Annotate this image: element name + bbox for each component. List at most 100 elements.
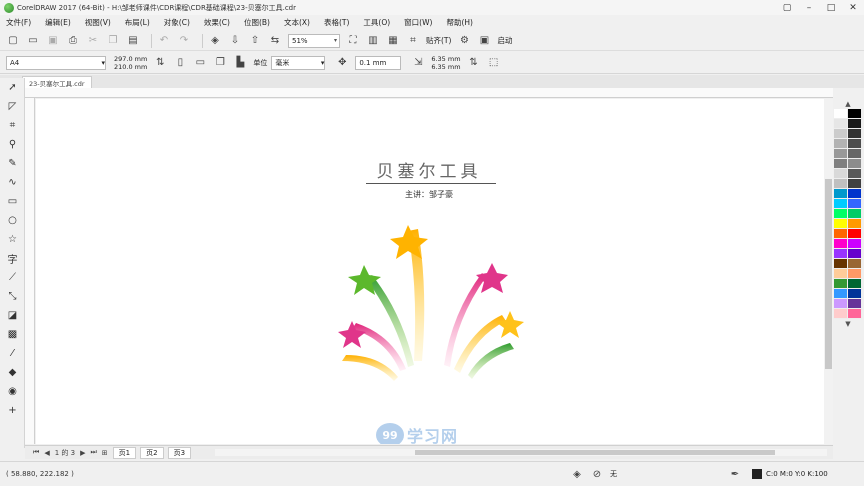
color-swatch[interactable] — [834, 309, 848, 319]
full-screen-icon[interactable]: ⛶ — [346, 34, 360, 48]
drawing-canvas[interactable]: 贝塞尔工具 主讲：邹子豪 99 学习网 — [36, 99, 824, 444]
color-swatch[interactable] — [834, 129, 848, 139]
pick-tool-icon[interactable]: ➚ — [0, 78, 25, 97]
all-pages-icon[interactable]: ❐ — [213, 56, 227, 70]
menu-layout[interactable]: 布局(L) — [125, 17, 150, 28]
snap-to-dropdown[interactable]: 贴齐(T) — [426, 35, 451, 46]
menu-edit[interactable]: 编辑(E) — [45, 17, 71, 28]
last-page-icon[interactable]: ⏭ — [90, 448, 96, 457]
color-swatch[interactable] — [834, 139, 848, 149]
vertical-ruler[interactable] — [25, 98, 35, 444]
color-swatch[interactable] — [848, 219, 862, 229]
document-tab[interactable]: 23-贝塞尔工具.cdr — [22, 76, 92, 88]
color-swatch[interactable] — [834, 269, 848, 279]
current-page-icon[interactable]: ▙ — [233, 56, 247, 70]
connector-tool-icon[interactable]: ⤡ — [0, 287, 25, 306]
minimize-button[interactable]: – — [798, 0, 820, 15]
color-swatch[interactable] — [848, 149, 862, 159]
color-swatch[interactable] — [848, 289, 862, 299]
show-guidelines-icon[interactable]: ⌗ — [406, 34, 420, 48]
menu-object[interactable]: 对象(C) — [164, 17, 190, 28]
save-icon[interactable]: ▣ — [46, 34, 60, 48]
search-content-icon[interactable]: ◈ — [208, 34, 222, 48]
shape-tool-icon[interactable]: ◸ — [0, 97, 25, 116]
import-icon[interactable]: ⇩ — [228, 34, 242, 48]
show-grid-icon[interactable]: ▦ — [386, 34, 400, 48]
spinner-icon[interactable]: ⇅ — [467, 56, 481, 70]
parallel-dimension-icon[interactable]: ⟋ — [0, 268, 25, 287]
color-swatch[interactable] — [834, 299, 848, 309]
open-folder-icon[interactable]: ▭ — [26, 34, 40, 48]
color-swatch[interactable] — [834, 289, 848, 299]
add-page-icon[interactable]: ⊞ — [102, 449, 108, 457]
eyedropper-tool-icon[interactable]: ⁄ — [0, 344, 25, 363]
page-height-field[interactable]: 210.0 mm — [114, 63, 147, 71]
menu-window[interactable]: 窗口(W) — [404, 17, 432, 28]
show-rulers-icon[interactable]: ▥ — [366, 34, 380, 48]
color-swatch[interactable] — [848, 269, 862, 279]
color-swatch[interactable] — [834, 149, 848, 159]
color-swatch[interactable] — [834, 179, 848, 189]
first-page-icon[interactable]: ⏮ — [33, 448, 39, 457]
page-tab-2[interactable]: 页2 — [140, 446, 164, 459]
spinner-icon[interactable]: ⇅ — [153, 56, 167, 70]
publish-pdf-icon[interactable]: ⇆ — [268, 34, 282, 48]
zoom-tool-icon[interactable]: ⚲ — [0, 135, 25, 154]
next-page-icon[interactable]: ▶ — [80, 449, 85, 457]
redo-icon[interactable]: ↷ — [177, 34, 191, 48]
color-swatch[interactable] — [834, 229, 848, 239]
crop-tool-icon[interactable]: ⌗ — [0, 116, 25, 135]
close-button[interactable]: ✕ — [842, 0, 864, 15]
color-swatch[interactable] — [834, 159, 848, 169]
color-swatch[interactable] — [848, 169, 862, 179]
ellipse-tool-icon[interactable]: ○ — [0, 211, 25, 230]
color-swatch[interactable] — [848, 309, 862, 319]
color-swatch[interactable] — [848, 299, 862, 309]
color-swatch[interactable] — [848, 209, 862, 219]
palette-scroll-up-icon[interactable]: ▲ — [834, 99, 862, 109]
color-swatch[interactable] — [848, 129, 862, 139]
vertical-scrollbar[interactable] — [824, 99, 833, 444]
drop-shadow-icon[interactable]: ◪ — [0, 306, 25, 325]
color-swatch[interactable] — [848, 199, 862, 209]
zoom-level-select[interactable]: 51% ▾ — [288, 33, 340, 48]
landscape-icon[interactable]: ▭ — [193, 56, 207, 70]
horizontal-ruler[interactable] — [25, 88, 833, 98]
menu-file[interactable]: 文件(F) — [6, 17, 31, 28]
dup-y-field[interactable]: 6.35 mm — [431, 63, 460, 71]
color-swatch[interactable] — [834, 279, 848, 289]
color-swatch[interactable] — [834, 119, 848, 129]
color-swatch[interactable] — [848, 239, 862, 249]
restore-icon[interactable]: ▢ — [776, 0, 798, 15]
vertical-scroll-thumb[interactable] — [825, 179, 832, 369]
color-swatch[interactable] — [848, 179, 862, 189]
page-tab-3[interactable]: 页3 — [167, 446, 192, 459]
cut-icon[interactable]: ✂ — [86, 34, 100, 48]
horizontal-scrollbar[interactable] — [215, 449, 827, 456]
color-swatch[interactable] — [848, 279, 862, 289]
maximize-button[interactable]: □ — [820, 0, 842, 15]
color-swatch[interactable] — [834, 209, 848, 219]
new-document-icon[interactable]: ▢ — [6, 34, 20, 48]
undo-icon[interactable]: ↶ — [157, 34, 171, 48]
application-launcher-icon[interactable]: ▣ — [477, 34, 491, 48]
rectangle-tool-icon[interactable]: ▭ — [0, 192, 25, 211]
color-swatch[interactable] — [834, 219, 848, 229]
interactive-fill-icon[interactable]: ◆ — [0, 363, 25, 382]
menu-tools[interactable]: 工具(O) — [363, 17, 390, 28]
color-swatch[interactable] — [834, 199, 848, 209]
color-swatch[interactable] — [834, 109, 848, 119]
horizontal-scroll-thumb[interactable] — [415, 450, 775, 455]
dup-x-field[interactable]: 6.35 mm — [431, 55, 460, 63]
export-icon[interactable]: ⇧ — [248, 34, 262, 48]
print-icon[interactable]: ⎙ — [66, 34, 80, 48]
text-tool-icon[interactable]: 字 — [0, 249, 25, 268]
page-tab-1[interactable]: 页1 — [112, 446, 137, 459]
color-swatch[interactable] — [834, 249, 848, 259]
nudge-distance-field[interactable]: 0.1 mm — [355, 55, 402, 70]
menu-text[interactable]: 文本(X) — [284, 17, 310, 28]
color-swatch[interactable] — [848, 229, 862, 239]
previous-page-icon[interactable]: ◀ — [44, 449, 49, 457]
transparency-tool-icon[interactable]: ▩ — [0, 325, 25, 344]
color-swatch[interactable] — [848, 189, 862, 199]
